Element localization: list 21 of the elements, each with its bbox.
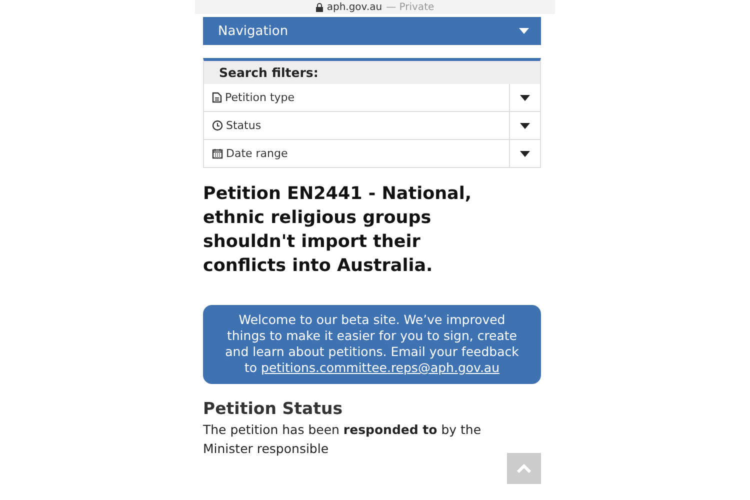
caret-icon <box>519 28 529 34</box>
caret-icon <box>520 150 530 156</box>
navigation-menu[interactable]: Navigation <box>203 17 541 45</box>
filters-title: Search filters: <box>204 61 540 84</box>
document-icon <box>212 92 222 103</box>
caret-icon <box>520 94 530 100</box>
filter-dropdown[interactable]: Date range <box>204 140 510 167</box>
address-domain[interactable]: aph.gov.au <box>326 2 382 12</box>
status-heading: Petition Status <box>203 399 344 418</box>
calendar-icon <box>212 148 223 159</box>
clock-icon <box>212 120 223 131</box>
beta-notice: Welcome to our beta site. We’ve improved things to make it easier for you to sign, create and learn about petitions. Email your feedback to petitions.committee.reps@aph.gov.au <box>203 305 541 384</box>
petition-title: Petition EN2441 - National, ethnic religious groups shouldn't import their conflicts into Australia. <box>203 183 473 278</box>
filter-dropdown[interactable]: Petition type <box>204 84 510 111</box>
status-text: The petition has been responded to by the Minister responsible <box>203 421 482 458</box>
browsing-mode: — Private <box>386 2 434 12</box>
lock-icon <box>316 2 323 12</box>
caret-icon <box>520 122 530 128</box>
email-link[interactable]: petitions.committee.reps@aph.gov.au <box>261 360 500 375</box>
chevron-up-icon <box>517 464 531 473</box>
filter-dropdown[interactable]: Status <box>204 112 510 139</box>
